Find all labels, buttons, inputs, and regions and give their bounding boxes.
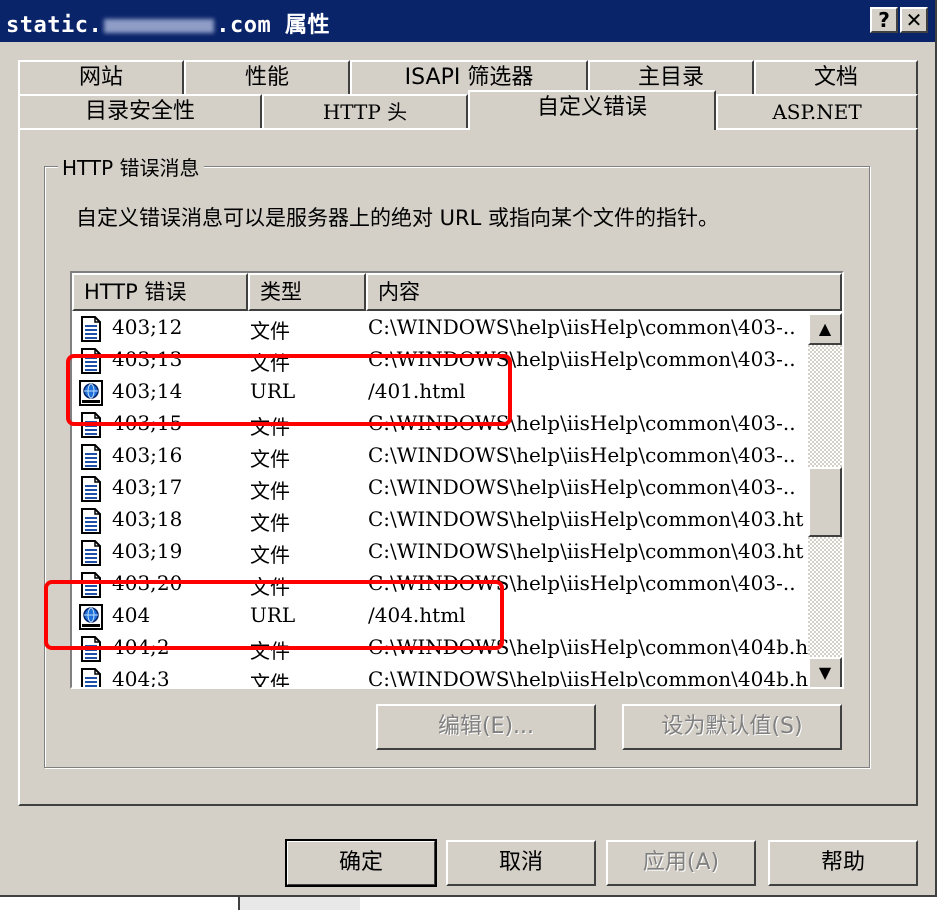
tab-http-headers[interactable]: HTTP 头: [262, 94, 468, 128]
column-header-type[interactable]: 类型: [248, 273, 366, 311]
list-item[interactable]: 403;19 文件 C:\WINDOWS\help\iisHelp\common\4…: [72, 537, 808, 569]
column-header-content[interactable]: 内容: [366, 273, 842, 311]
content-cell: C:\WINDOWS\help\iisHelp\common\403-..: [368, 475, 796, 499]
edit-button[interactable]: 编辑(E)...: [376, 704, 596, 750]
tab-documents[interactable]: 文档: [754, 60, 918, 94]
type-cell: 文件: [250, 479, 290, 503]
error-code-cell: 403;18: [112, 507, 183, 531]
tab-directory-security[interactable]: 目录安全性: [18, 94, 262, 128]
file-icon: [78, 539, 104, 567]
close-title-button[interactable]: ✕: [900, 7, 928, 33]
tab-isapi-filters[interactable]: ISAPI 筛选器: [350, 60, 588, 94]
content-cell: C:\WINDOWS\help\iisHelp\common\403.ht: [368, 507, 804, 531]
tab-custom-errors[interactable]: 自定义错误: [468, 90, 716, 130]
scroll-down-button[interactable]: ▼: [808, 657, 842, 687]
content-cell: C:\WINDOWS\help\iisHelp\common\403-..: [368, 315, 796, 339]
list-item[interactable]: 403;12 文件 C:\WINDOWS\help\iisHelp\common\4…: [72, 313, 808, 345]
tab-home-directory[interactable]: 主目录: [588, 60, 754, 94]
properties-dialog: static. .com 属性 ? ✕ 网站 性能 ISAPI 筛选器 主目录 文…: [0, 0, 937, 897]
redacted-hostname: [104, 19, 215, 33]
set-default-button[interactable]: 设为默认值(S): [622, 704, 842, 750]
file-icon: [78, 507, 104, 535]
scroll-up-button[interactable]: ▲: [808, 313, 842, 345]
window-title: static. .com 属性: [6, 7, 330, 39]
list-item[interactable]: 404;3 文件 C:\WINDOWS\help\iisHelp\common\40…: [72, 665, 808, 689]
annotation-highlight-403-14: [66, 354, 512, 426]
file-icon: [78, 315, 104, 343]
list-item[interactable]: 403;16 文件 C:\WINDOWS\help\iisHelp\common\4…: [72, 441, 808, 473]
background-window-strip: [0, 897, 942, 910]
ok-button[interactable]: 确定: [285, 839, 437, 887]
file-icon: [78, 475, 104, 503]
groupbox-legend: HTTP 错误消息: [58, 152, 204, 181]
tab-row-bottom: 目录安全性 HTTP 头 自定义错误 ASP.NET: [18, 90, 918, 130]
error-code-cell: 403;19: [112, 539, 183, 563]
annotation-highlight-404: [44, 580, 504, 650]
content-cell: C:\WINDOWS\help\iisHelp\common\403-..: [368, 443, 796, 467]
error-code-cell: 403;17: [112, 475, 183, 499]
error-code-cell: 404;3: [112, 667, 170, 689]
vertical-scrollbar[interactable]: ▲ ▼: [808, 313, 842, 687]
title-suffix: .com 属性: [216, 13, 330, 38]
title-prefix: static.: [6, 13, 103, 38]
scroll-thumb[interactable]: [808, 467, 842, 537]
column-header-http-error[interactable]: HTTP 错误: [72, 273, 248, 311]
content-cell: C:\WINDOWS\help\iisHelp\common\403.ht: [368, 539, 804, 563]
error-code-cell: 403;16: [112, 443, 183, 467]
cancel-button[interactable]: 取消: [446, 840, 596, 886]
file-icon: [78, 667, 104, 687]
list-header: HTTP 错误 类型 内容: [72, 273, 842, 313]
type-cell: 文件: [250, 543, 290, 567]
help-title-button[interactable]: ?: [870, 7, 898, 33]
apply-button[interactable]: 应用(A): [606, 840, 756, 886]
tab-website[interactable]: 网站: [18, 60, 184, 94]
background-window-fragment: [238, 897, 360, 910]
title-bar[interactable]: static. .com 属性 ? ✕: [0, 0, 935, 42]
type-cell: 文件: [250, 319, 290, 343]
description-text: 自定义错误消息可以是服务器上的绝对 URL 或指向某个文件的指针。: [76, 206, 720, 230]
error-code-cell: 403;12: [112, 315, 183, 339]
list-item[interactable]: 403;17 文件 C:\WINDOWS\help\iisHelp\common\4…: [72, 473, 808, 505]
file-icon: [78, 443, 104, 471]
type-cell: 文件: [250, 671, 290, 689]
list-item[interactable]: 403;18 文件 C:\WINDOWS\help\iisHelp\common\4…: [72, 505, 808, 537]
tab-aspnet[interactable]: ASP.NET: [716, 94, 918, 128]
content-cell: C:\WINDOWS\help\iisHelp\common\404b.h: [368, 667, 808, 689]
tab-performance[interactable]: 性能: [184, 60, 350, 94]
type-cell: 文件: [250, 447, 290, 471]
help-button[interactable]: 帮助: [768, 840, 918, 886]
type-cell: 文件: [250, 511, 290, 535]
